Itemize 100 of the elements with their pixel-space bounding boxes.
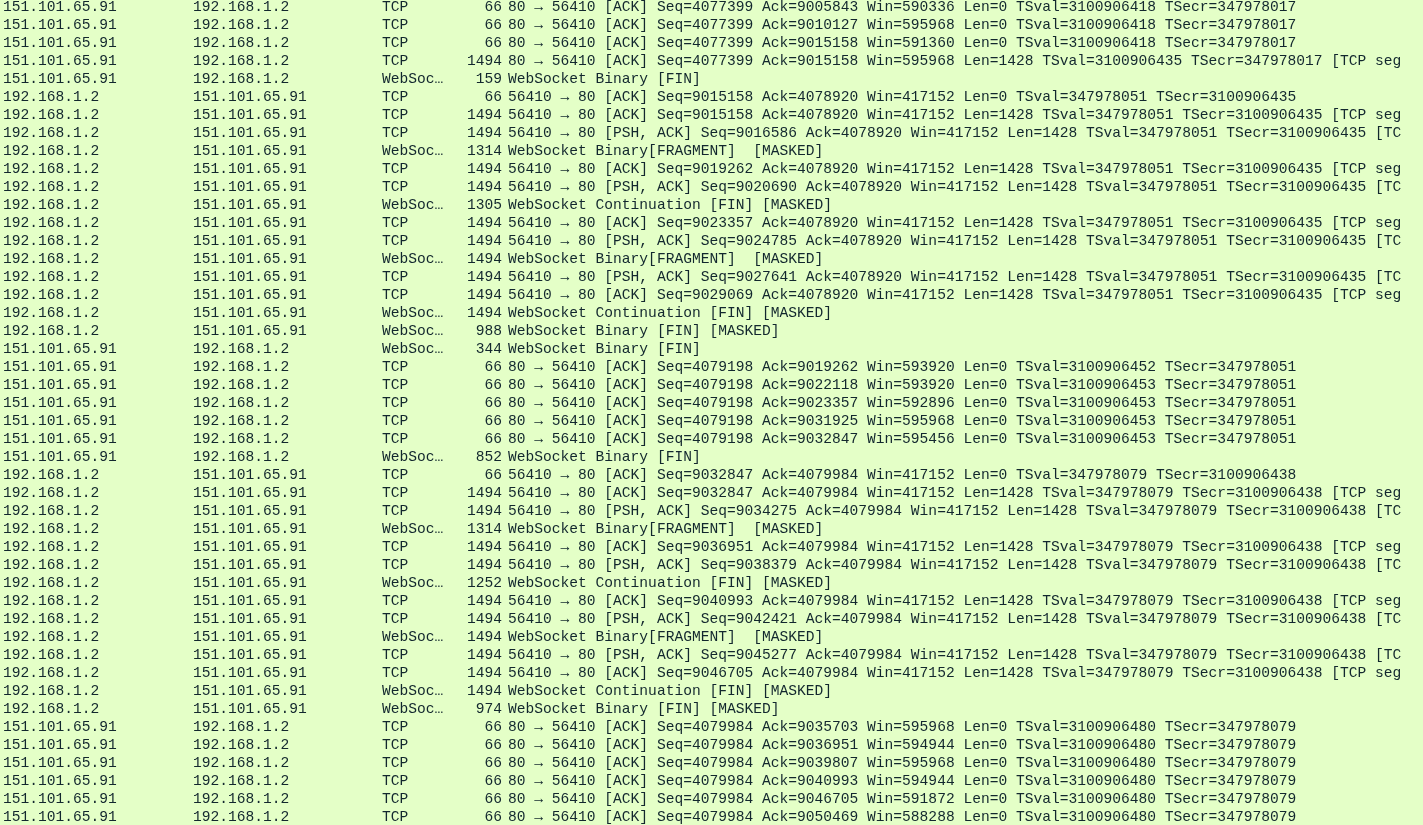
table-cell: 80 → 56410 [ACK] Seq=4079198 Ack=9022118 Win=593920 Len=0 TSval=3100906453 TSecr=347978051 [508,376,1297,394]
table-cell-text: WebSoc… [382,322,445,340]
table-cell-text: TCP [382,502,410,520]
table-cell-text: 192.168.1.2 [3,502,101,520]
table-cell-text: 1494 [465,52,502,70]
table-cell-text: TCP [382,736,410,754]
table-cell-text: 1494 [465,682,502,700]
table-cell-text: TCP [382,376,410,394]
table-cell-text: 192.168.1.2 [193,808,291,825]
table-cell-text: 1305 [465,196,502,214]
table-cell: 56410 → 80 [ACK] Seq=9015158 Ack=4078920 Win=417152 Len=1428 TSval=347978051 TSecr=3100906435 [TCP seg [508,106,1402,124]
table-cell-text: TCP [382,88,410,106]
table-cell-text: 151.101.65.91 [193,466,308,484]
table-cell: 56410 → 80 [ACK] Seq=9015158 Ack=4078920 Win=417152 Len=0 TSval=347978051 TSecr=3100906435 [508,88,1297,106]
table-cell-text: 192.168.1.2 [193,358,291,376]
table-cell-text: 192.168.1.2 [193,394,291,412]
table-cell-text: 1494 [465,250,502,268]
table-cell-text: 151.101.65.91 [193,538,308,556]
table-cell: 56410 → 80 [PSH, ACK] Seq=9045277 Ack=4079984 Win=417152 Len=1428 TSval=347978079 TSecr=3100906438 [TC [508,646,1402,664]
table-cell-text: TCP [382,610,410,628]
table-cell: 80 → 56410 [ACK] Seq=4077399 Ack=9005843 Win=590336 Len=0 TSval=3100906418 TSecr=347978017 [508,0,1297,16]
table-cell-text: 1494 [465,664,502,682]
table-cell-text: 1494 [465,268,502,286]
table-cell-text: 192.168.1.2 [3,160,101,178]
table-cell: WebSocket Binary [FIN] [508,448,701,466]
table-cell-text: 66 [483,16,502,34]
table-cell: 80 → 56410 [ACK] Seq=4077399 Ack=9015158 Win=591360 Len=0 TSval=3100906418 TSecr=347978017 [508,34,1297,52]
table-cell: WebSocket Binary[FRAGMENT] [MASKED] [508,250,824,268]
table-cell-text: 192.168.1.2 [193,16,291,34]
table-cell: 56410 → 80 [PSH, ACK] Seq=9042421 Ack=4079984 Win=417152 Len=1428 TSval=347978079 TSecr=3100906438 [TC [508,610,1402,628]
table-cell-text: 1494 [465,106,502,124]
table-cell-text: 151.101.65.91 [193,484,308,502]
table-cell-text: 192.168.1.2 [193,376,291,394]
table-cell-text: 192.168.1.2 [3,574,101,592]
table-cell-text: 1494 [465,538,502,556]
table-cell: 80 → 56410 [ACK] Seq=4079984 Ack=9050469 Win=588288 Len=0 TSval=3100906480 TSecr=347978079 [508,808,1297,825]
table-cell: WebSocket Binary[FRAGMENT] [MASKED] [508,628,824,646]
table-cell-text: 192.168.1.2 [3,268,101,286]
table-cell-text: 192.168.1.2 [193,412,291,430]
table-cell-text: 1494 [465,232,502,250]
table-cell: WebSocket Binary [FIN] [508,340,701,358]
table-cell-text: 66 [483,0,502,16]
table-cell-text: 192.168.1.2 [193,772,291,790]
table-cell-text: 66 [483,376,502,394]
table-cell-text: 192.168.1.2 [3,628,101,646]
table-cell-text: 192.168.1.2 [3,286,101,304]
table-cell-text: TCP [382,16,410,34]
table-cell-text: 66 [483,394,502,412]
table-cell-text: 151.101.65.91 [3,394,118,412]
table-cell-text: TCP [382,484,410,502]
table-cell-text: 192.168.1.2 [193,52,291,70]
table-cell-text: 151.101.65.91 [3,448,118,466]
table-cell: 56410 → 80 [ACK] Seq=9032847 Ack=4079984 Win=417152 Len=0 TSval=347978079 TSecr=3100906438 [508,466,1297,484]
table-cell-text: TCP [382,754,410,772]
table-cell-text: 66 [483,466,502,484]
table-cell: 56410 → 80 [ACK] Seq=9046705 Ack=4079984 Win=417152 Len=1428 TSval=347978079 TSecr=3100906438 [TCP seg [508,664,1402,682]
table-cell-text: 66 [483,736,502,754]
table-cell-text: TCP [382,430,410,448]
table-cell-text: 151.101.65.91 [193,268,308,286]
table-cell: 80 → 56410 [ACK] Seq=4079984 Ack=9036951 Win=594944 Len=0 TSval=3100906480 TSecr=347978079 [508,736,1297,754]
table-cell-text: 1494 [465,214,502,232]
table-cell-text: WebSoc… [382,682,445,700]
table-cell-text: 66 [483,808,502,825]
table-cell: 80 → 56410 [ACK] Seq=4077399 Ack=9015158 Win=595968 Len=1428 TSval=3100906435 TSecr=347978017 [TCP seg [508,52,1402,70]
table-cell-text: WebSoc… [382,70,445,88]
table-cell-text: 192.168.1.2 [3,124,101,142]
table-cell-text: 151.101.65.91 [193,628,308,646]
table-cell-text: 151.101.65.91 [193,160,308,178]
table-cell-text: 151.101.65.91 [3,358,118,376]
table-cell-text: 151.101.65.91 [193,322,308,340]
table-cell-text: 151.101.65.91 [193,178,308,196]
table-cell-text: 151.101.65.91 [193,502,308,520]
table-cell-text: TCP [382,808,410,825]
table-cell-text: TCP [382,592,410,610]
table-cell: 56410 → 80 [PSH, ACK] Seq=9034275 Ack=4079984 Win=417152 Len=1428 TSval=347978079 TSecr=3100906438 [TC [508,502,1402,520]
table-cell-text: TCP [382,232,410,250]
table-cell: WebSocket Binary [FIN] [508,70,701,88]
table-cell-text: 151.101.65.91 [193,574,308,592]
table-cell: 80 → 56410 [ACK] Seq=4079198 Ack=9019262 Win=593920 Len=0 TSval=3100906452 TSecr=347978051 [508,358,1297,376]
table-cell: 56410 → 80 [ACK] Seq=9019262 Ack=4078920 Win=417152 Len=1428 TSval=347978051 TSecr=3100906435 [TCP seg [508,160,1402,178]
table-cell-text: TCP [382,124,410,142]
table-cell-text: WebSoc… [382,448,445,466]
table-cell: 80 → 56410 [ACK] Seq=4079984 Ack=9035703 Win=595968 Len=0 TSval=3100906480 TSecr=347978079 [508,718,1297,736]
table-cell-text: TCP [382,718,410,736]
table-cell-text: 192.168.1.2 [3,250,101,268]
table-cell-text: 151.101.65.91 [193,106,308,124]
table-cell-text: 1494 [465,286,502,304]
table-cell-text: WebSoc… [382,304,445,322]
table-cell-text: TCP [382,466,410,484]
table-cell-text: 192.168.1.2 [3,538,101,556]
table-cell-text: 151.101.65.91 [3,340,118,358]
table-cell-text: 192.168.1.2 [3,520,101,538]
table-cell-text: 151.101.65.91 [193,286,308,304]
table-cell-text: 192.168.1.2 [3,232,101,250]
table-cell-text: 192.168.1.2 [193,718,291,736]
table-cell: 56410 → 80 [ACK] Seq=9036951 Ack=4079984 Win=417152 Len=1428 TSval=347978079 TSecr=3100906438 [TCP seg [508,538,1402,556]
table-cell-text: 151.101.65.91 [193,196,308,214]
table-cell-text: 66 [483,718,502,736]
table-cell-text: TCP [382,412,410,430]
table-cell-text: TCP [382,214,410,232]
